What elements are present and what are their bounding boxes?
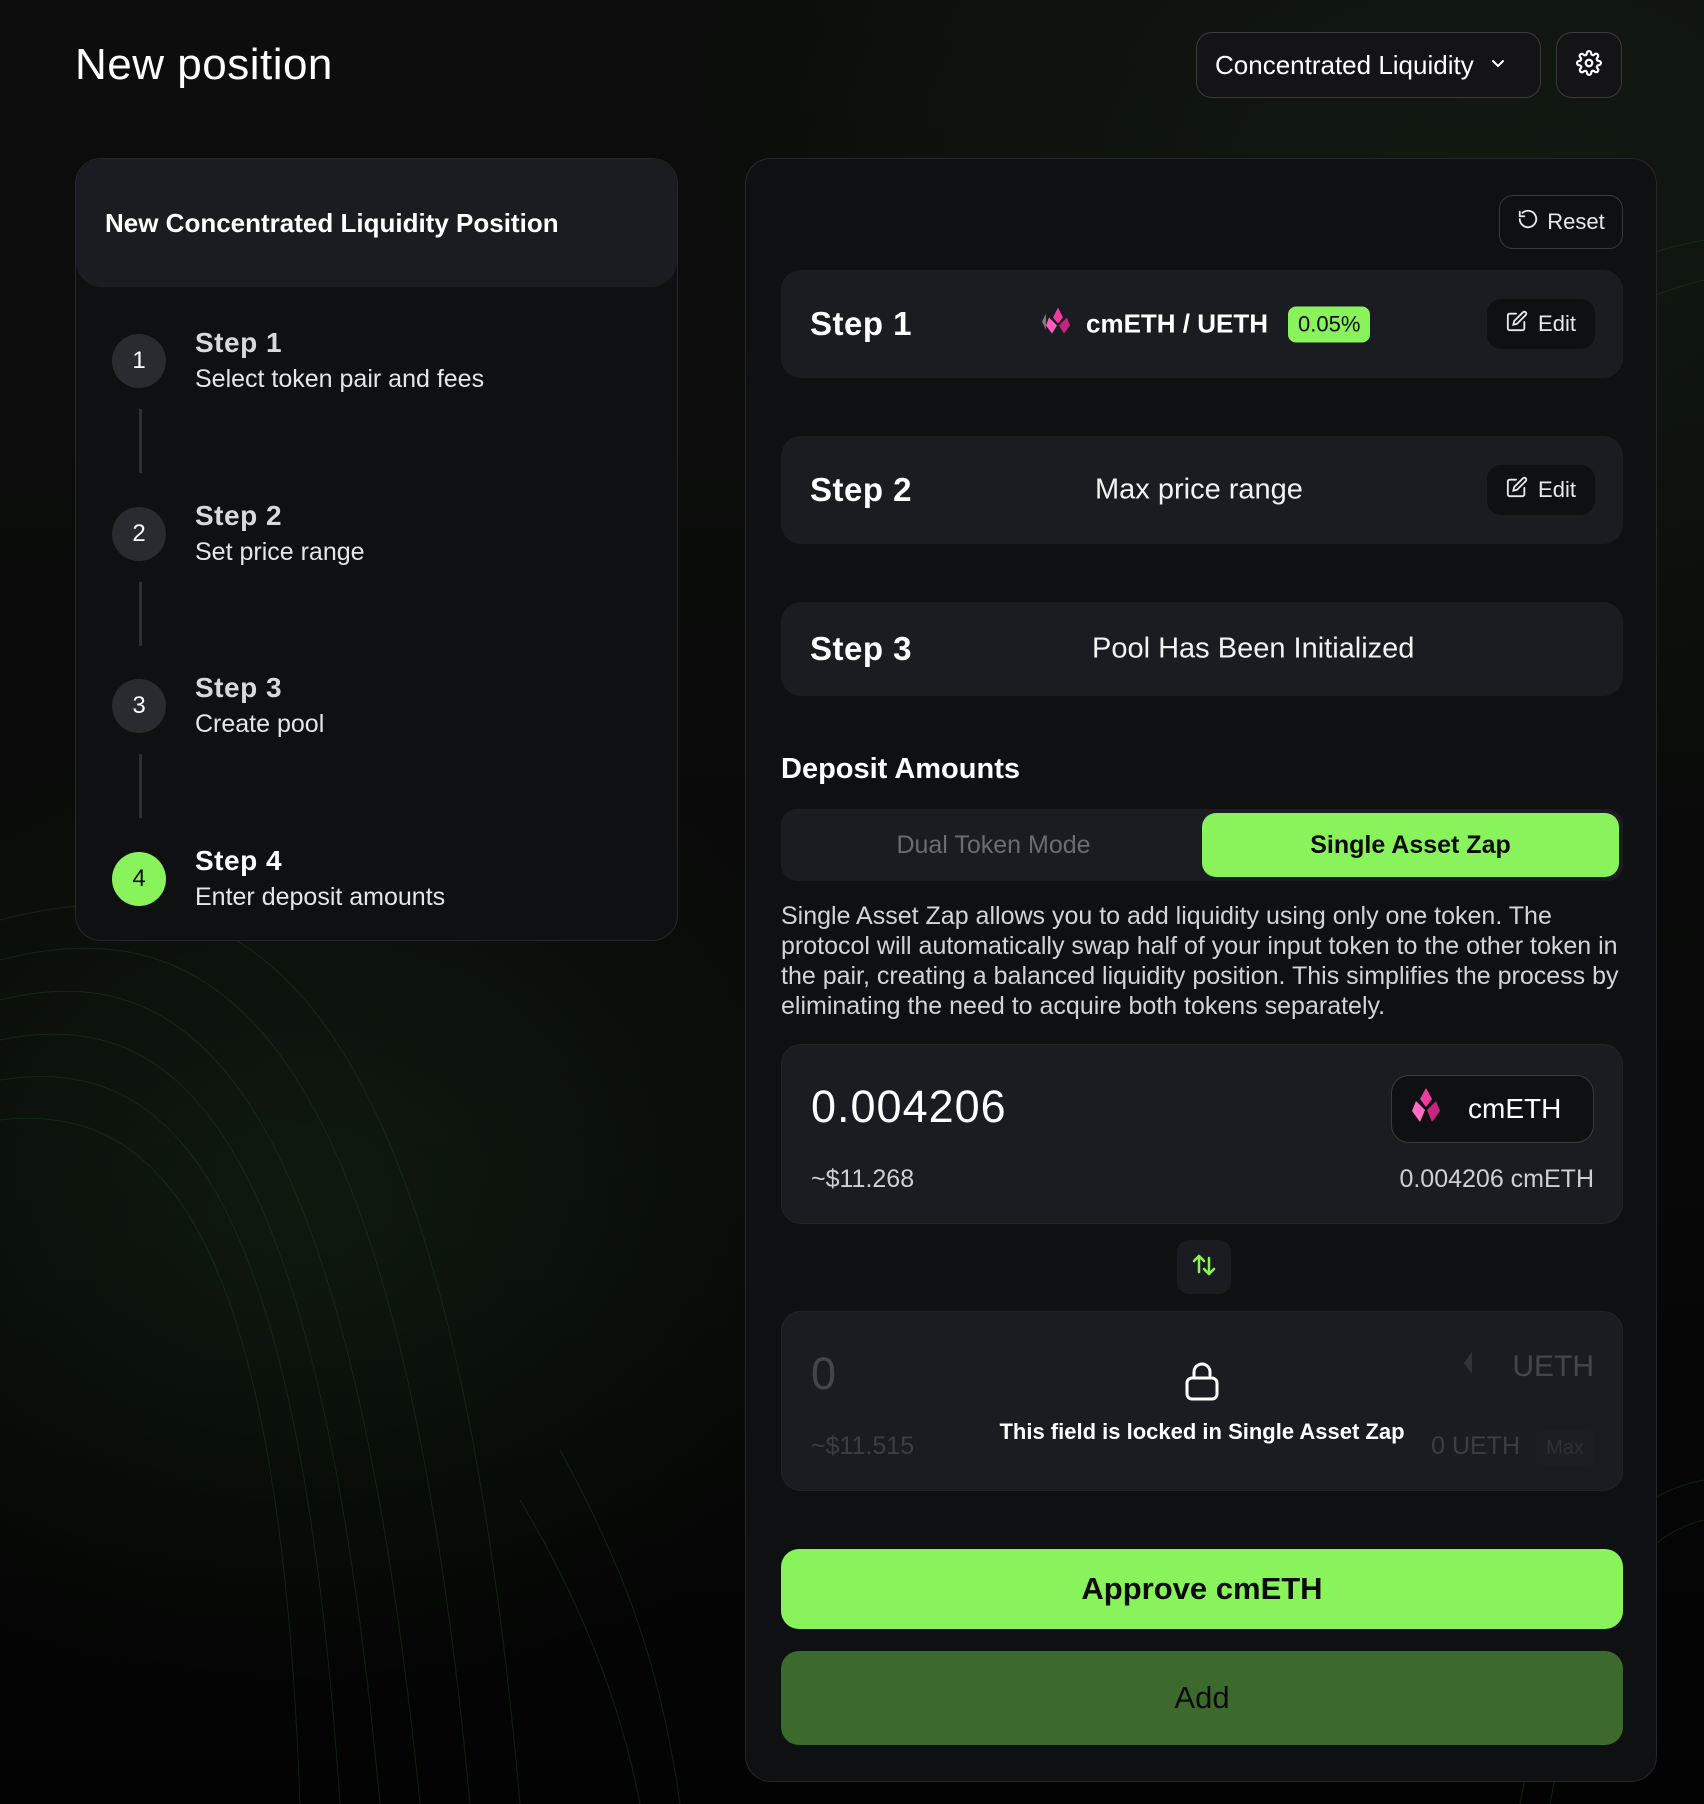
swap-tokens-button[interactable] xyxy=(1177,1240,1231,1294)
summary-step-1: Step 1 cmETH / UETH 0.05% Edit xyxy=(781,270,1623,378)
swap-arrows-icon xyxy=(1189,1250,1219,1285)
fee-badge: 0.05% xyxy=(1288,306,1371,342)
summary-step-label: Step 2 xyxy=(810,471,913,508)
edit-step-1-button[interactable]: Edit xyxy=(1487,299,1595,349)
approve-button[interactable]: Approve cmETH xyxy=(781,1549,1623,1629)
locked-message: This field is locked in Single Asset Zap xyxy=(999,1419,1405,1444)
gear-icon xyxy=(1576,49,1602,81)
pool-status-value: Pool Has Been Initialized xyxy=(1092,632,1415,665)
token-a-balance: 0.004206 cmETH xyxy=(1399,1165,1594,1193)
stepper-item-4: 4 Step 4 Enter deposit amounts xyxy=(112,845,445,912)
step-subtitle: Set price range xyxy=(195,538,365,566)
page-title: New position xyxy=(75,40,333,89)
step-title: Step 2 xyxy=(195,500,283,531)
step-number: 4 xyxy=(112,851,166,906)
step-subtitle: Create pool xyxy=(195,710,325,738)
stepper-item-3: 3 Step 3 Create pool xyxy=(112,672,324,739)
locked-overlay: This field is locked in Single Asset Zap xyxy=(782,1360,1622,1445)
edit-icon xyxy=(1506,476,1528,504)
step-number: 1 xyxy=(112,333,166,388)
deposit-amounts-title: Deposit Amounts xyxy=(781,753,1020,785)
cmeth-token-icon xyxy=(1038,306,1074,343)
token-a-symbol: cmETH xyxy=(1468,1093,1562,1124)
zap-description: Single Asset Zap allows you to add liqui… xyxy=(781,902,1619,1020)
stepper-title: New Concentrated Liquidity Position xyxy=(76,159,677,287)
liquidity-mode-dropdown[interactable]: Concentrated Liquidity xyxy=(1196,32,1541,98)
liquidity-mode-label: Concentrated Liquidity xyxy=(1215,49,1474,80)
step-connector xyxy=(139,582,142,646)
cmeth-token-icon xyxy=(1406,1086,1446,1133)
settings-button[interactable] xyxy=(1556,32,1622,98)
step-title: Step 3 xyxy=(195,672,283,703)
chevron-down-icon xyxy=(1490,55,1506,76)
summary-step-label: Step 3 xyxy=(810,630,913,667)
price-range-value: Max price range xyxy=(1095,473,1303,506)
tab-single-asset-zap[interactable]: Single Asset Zap xyxy=(1202,813,1619,877)
stepper-item-2: 2 Step 2 Set price range xyxy=(112,500,365,567)
token-a-usd-value: ~$11.268 xyxy=(811,1165,915,1193)
token-b-input-box: 0 ~$11.515 UETH 0 UETH Max This field is… xyxy=(781,1311,1623,1491)
step-connector xyxy=(139,754,142,818)
step-subtitle: Select token pair and fees xyxy=(195,365,485,393)
step-title: Step 4 xyxy=(195,845,283,876)
step-connector xyxy=(139,409,142,473)
edit-step-2-button[interactable]: Edit xyxy=(1487,465,1595,515)
edit-label: Edit xyxy=(1538,311,1576,336)
add-button[interactable]: Add xyxy=(781,1651,1623,1745)
deposit-mode-toggle: Dual Token Mode Single Asset Zap xyxy=(781,809,1623,881)
reset-label: Reset xyxy=(1547,209,1605,234)
lock-icon xyxy=(1182,1360,1222,1407)
token-pair: cmETH / UETH 0.05% xyxy=(1038,306,1371,343)
token-a-amount-input[interactable]: 0.004206 xyxy=(811,1081,1007,1133)
summary-step-3: Step 3 Pool Has Been Initialized xyxy=(781,602,1623,696)
token-pair-label: cmETH / UETH xyxy=(1086,308,1269,339)
step-subtitle: Enter deposit amounts xyxy=(195,883,446,911)
step-number: 3 xyxy=(112,678,166,733)
stepper-item-1: 1 Step 1 Select token pair and fees xyxy=(112,327,484,394)
stepper-panel: New Concentrated Liquidity Position 1 St… xyxy=(75,158,678,941)
position-form-card: Reset Step 1 cmETH / UETH 0.05% Edit Ste… xyxy=(745,158,1657,1782)
step-title: Step 1 xyxy=(195,327,283,358)
reset-icon xyxy=(1517,208,1539,236)
tab-dual-token-mode[interactable]: Dual Token Mode xyxy=(785,813,1202,877)
step-number: 2 xyxy=(112,506,166,561)
reset-button[interactable]: Reset xyxy=(1499,195,1623,249)
summary-step-label: Step 1 xyxy=(810,305,913,342)
summary-step-2: Step 2 Max price range Edit xyxy=(781,436,1623,544)
edit-icon xyxy=(1506,310,1528,338)
token-a-selector[interactable]: cmETH xyxy=(1391,1075,1594,1143)
edit-label: Edit xyxy=(1538,477,1576,502)
token-a-input-box[interactable]: 0.004206 ~$11.268 cmETH 0.004206 cmETH xyxy=(781,1044,1623,1224)
